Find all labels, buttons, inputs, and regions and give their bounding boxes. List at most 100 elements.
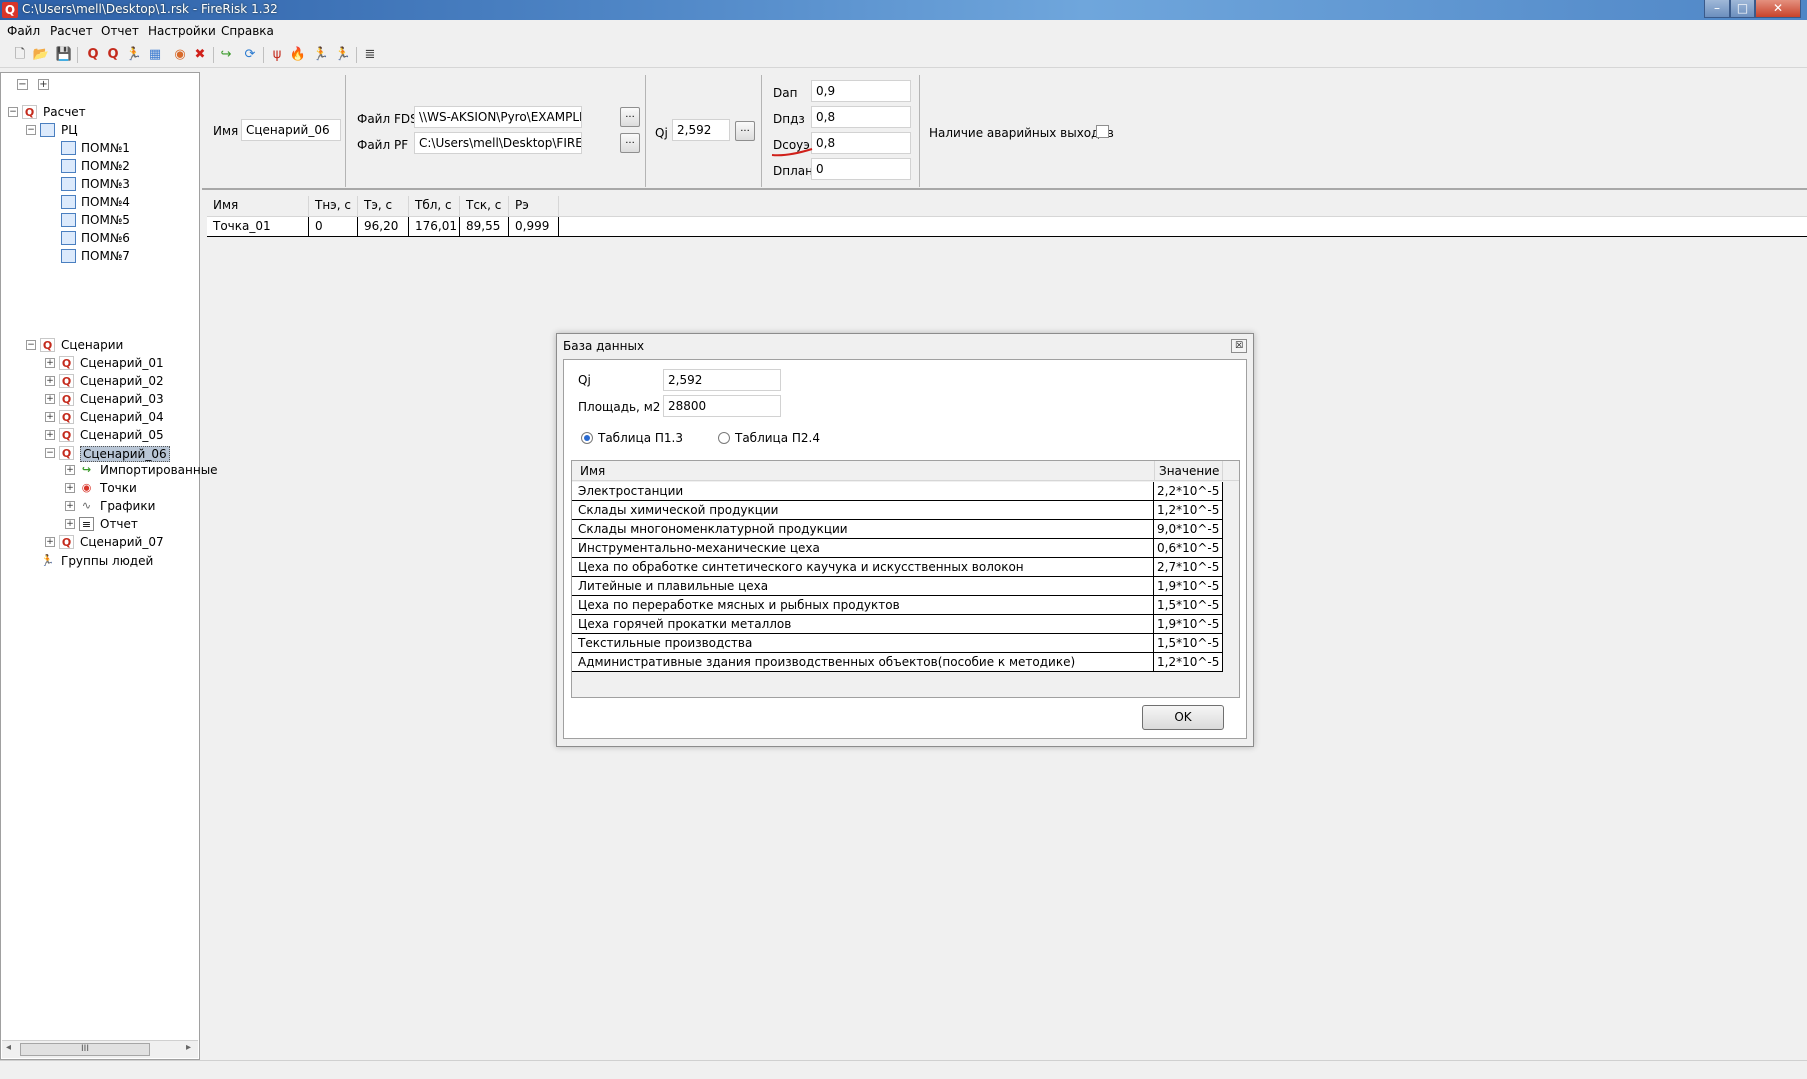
- expand-toggle-icon[interactable]: +: [45, 358, 55, 368]
- fire-icon-button[interactable]: 🔥: [289, 46, 307, 64]
- area-input[interactable]: 28800: [663, 395, 781, 417]
- grid-cell[interactable]: 0,999: [509, 217, 559, 237]
- tree-node-rc[interactable]: − РЦ: [25, 122, 195, 139]
- pf-file-input[interactable]: C:\Users\mell\Desktop\FIRERISK\npc: [414, 132, 582, 154]
- expand-toggle-icon[interactable]: +: [45, 376, 55, 386]
- tree-node-scenarios[interactable]: − Q Сценарии: [25, 337, 195, 354]
- tree-node-scenario[interactable]: − Q Сценарий_06: [45, 445, 195, 462]
- table-row[interactable]: Цеха по переработке мясных и рыбных прод…: [572, 596, 1223, 615]
- add-point-icon-button[interactable]: ◉: [171, 46, 189, 64]
- fds-file-input[interactable]: \\WS-AKSION\Pyro\EXAMPLE\ex2\e: [414, 106, 582, 128]
- qj-database-button[interactable]: ...: [735, 121, 755, 141]
- grid-column-header[interactable]: Тск, с: [460, 196, 509, 216]
- database-table[interactable]: Имя Значение Электростанции 2,2*10^-5 Скла…: [571, 460, 1240, 698]
- table-p1-3-label[interactable]: Таблица П1.3: [598, 431, 683, 445]
- ok-button[interactable]: OK: [1142, 705, 1224, 730]
- tree-node-room[interactable]: ПОМ№2: [61, 158, 191, 175]
- column-header-name[interactable]: Имя: [572, 461, 1155, 481]
- evacuation-run-icon-button[interactable]: 🏃: [334, 46, 352, 64]
- tree-node-charts[interactable]: + ∿ Графики: [65, 498, 199, 515]
- add-scenario-icon-button[interactable]: Q: [104, 46, 122, 64]
- grid-column-header[interactable]: Тэ, с: [358, 196, 409, 216]
- refresh-icon-button[interactable]: ⟳: [241, 46, 259, 64]
- tree-node-room[interactable]: ПОМ№3: [61, 176, 191, 193]
- table-row[interactable]: Литейные и плавильные цеха 1,9*10^-5: [572, 577, 1223, 596]
- dialog-qj-input[interactable]: 2,592: [663, 369, 781, 391]
- collapse-toggle-icon[interactable]: −: [26, 125, 36, 135]
- grid-cell[interactable]: 96,20: [358, 217, 409, 237]
- tree-horizontal-scrollbar[interactable]: ◂ III ▸: [2, 1040, 198, 1058]
- table-row[interactable]: Инструментально-механические цеха 0,6*10^…: [572, 539, 1223, 558]
- expand-toggle-icon[interactable]: +: [45, 430, 55, 440]
- report-icon-button[interactable]: ≣: [361, 46, 379, 64]
- expand-toggle-icon[interactable]: +: [65, 519, 75, 529]
- grid-cell[interactable]: 89,55: [460, 217, 509, 237]
- table-row[interactable]: Административные здания производственных…: [572, 653, 1223, 672]
- tree-node-scenario[interactable]: + Q Сценарий_01: [45, 355, 195, 372]
- table-row[interactable]: Текстильные производства 1,5*10^-5: [572, 634, 1223, 653]
- database-dialog[interactable]: База данных ☒ Qj 2,592 Площадь, м2 28800…: [556, 333, 1254, 747]
- close-window-button[interactable]: ✕: [1755, 0, 1801, 18]
- title-bar[interactable]: Q C:\Users\mell\Desktop\1.rsk - FireRisk…: [0, 0, 1807, 20]
- tree-node-room[interactable]: ПОМ№5: [61, 212, 191, 229]
- emergency-exits-checkbox[interactable]: [1096, 125, 1109, 138]
- tree-node-report[interactable]: + ≡ Отчет: [65, 516, 199, 533]
- new-file-icon-button[interactable]: 🗋: [11, 46, 29, 64]
- table-row[interactable]: Склады химической продукции 1,2*10^-5: [572, 501, 1223, 520]
- expand-toggle-icon[interactable]: +: [65, 483, 75, 493]
- grid-column-header[interactable]: Тбл, с: [409, 196, 460, 216]
- menu-calculation[interactable]: Расчет: [50, 24, 93, 38]
- tree-node-scenario[interactable]: + Q Сценарий_02: [45, 373, 195, 390]
- add-people-group-icon-button[interactable]: 🏃: [125, 46, 143, 64]
- import-icon-button[interactable]: ↪: [217, 46, 235, 64]
- tree-node-room[interactable]: ПОМ№1: [61, 140, 191, 157]
- browse-fds-button[interactable]: ...: [620, 107, 640, 127]
- tree-node-room[interactable]: ПОМ№6: [61, 230, 191, 247]
- expand-toggle-icon[interactable]: +: [65, 501, 75, 511]
- collapse-all-button[interactable]: −: [17, 79, 28, 90]
- evacuation-exit-icon-button[interactable]: 🏃: [312, 46, 330, 64]
- dsoue-input[interactable]: 0,8: [811, 132, 911, 154]
- grid-column-header[interactable]: Рэ: [509, 196, 559, 216]
- results-grid[interactable]: Имя Тнэ, с Тэ, с Тбл, с Тск, с Рэ Точка_01 0 96,…: [207, 196, 1807, 238]
- dialog-close-button[interactable]: ☒: [1231, 339, 1247, 353]
- menu-report[interactable]: Отчет: [101, 24, 139, 38]
- delete-icon-button[interactable]: ✖: [191, 46, 209, 64]
- expand-toggle-icon[interactable]: +: [65, 465, 75, 475]
- expand-toggle-icon[interactable]: +: [45, 412, 55, 422]
- minimize-button[interactable]: –: [1704, 0, 1730, 18]
- grid-column-header[interactable]: Тнэ, с: [309, 196, 358, 216]
- scroll-right-icon[interactable]: ▸: [186, 1042, 191, 1053]
- dap-input[interactable]: 0,9: [811, 80, 911, 102]
- column-header-value[interactable]: Значение: [1155, 461, 1223, 481]
- scroll-left-icon[interactable]: ◂: [6, 1042, 11, 1053]
- menu-file[interactable]: Файл: [7, 24, 40, 38]
- browse-pf-button[interactable]: ...: [620, 133, 640, 153]
- dpdz-input[interactable]: 0,8: [811, 106, 911, 128]
- expand-toggle-icon[interactable]: +: [45, 394, 55, 404]
- table-p2-4-radio[interactable]: [718, 432, 730, 444]
- tree-node-scenario[interactable]: + Q Сценарий_04: [45, 409, 195, 426]
- grid-column-header[interactable]: Имя: [207, 196, 309, 216]
- table-p2-4-label[interactable]: Таблица П2.4: [735, 431, 820, 445]
- run-blocking-icon-button[interactable]: ψ: [268, 46, 286, 64]
- scrollbar-thumb[interactable]: III: [20, 1043, 150, 1056]
- tree-node-room[interactable]: ПОМ№4: [61, 194, 191, 211]
- scenario-name-input[interactable]: Сценарий_06: [241, 119, 341, 141]
- grid-cell[interactable]: 0: [309, 217, 358, 237]
- open-folder-icon-button[interactable]: 📂: [32, 46, 50, 64]
- grid-cell[interactable]: 176,01: [409, 217, 460, 237]
- qj-input[interactable]: 2,592: [672, 119, 730, 141]
- tree-node-root[interactable]: − Q Расчет: [7, 104, 197, 121]
- project-tree-panel[interactable]: − + − Q Расчет − РЦ ПОМ№1 ПОМ№2 ПОМ№3 ПОМ№4…: [0, 72, 218, 1060]
- collapse-toggle-icon[interactable]: −: [26, 340, 36, 350]
- tree-node-imported[interactable]: + ↪ Импортированные: [65, 462, 218, 479]
- table-row[interactable]: Склады многономенклатурной продукции 9,0*…: [572, 520, 1223, 539]
- add-calculation-icon-button[interactable]: Q: [84, 46, 102, 64]
- dplan-input[interactable]: 0: [811, 158, 911, 180]
- tree-node-scenario[interactable]: + Q Сценарий_03: [45, 391, 195, 408]
- menu-settings[interactable]: Настройки: [148, 24, 216, 38]
- save-icon-button[interactable]: 💾: [55, 46, 73, 64]
- table-row[interactable]: Цеха по обработке синтетического каучука…: [572, 558, 1223, 577]
- add-room-icon-button[interactable]: ▦: [146, 46, 164, 64]
